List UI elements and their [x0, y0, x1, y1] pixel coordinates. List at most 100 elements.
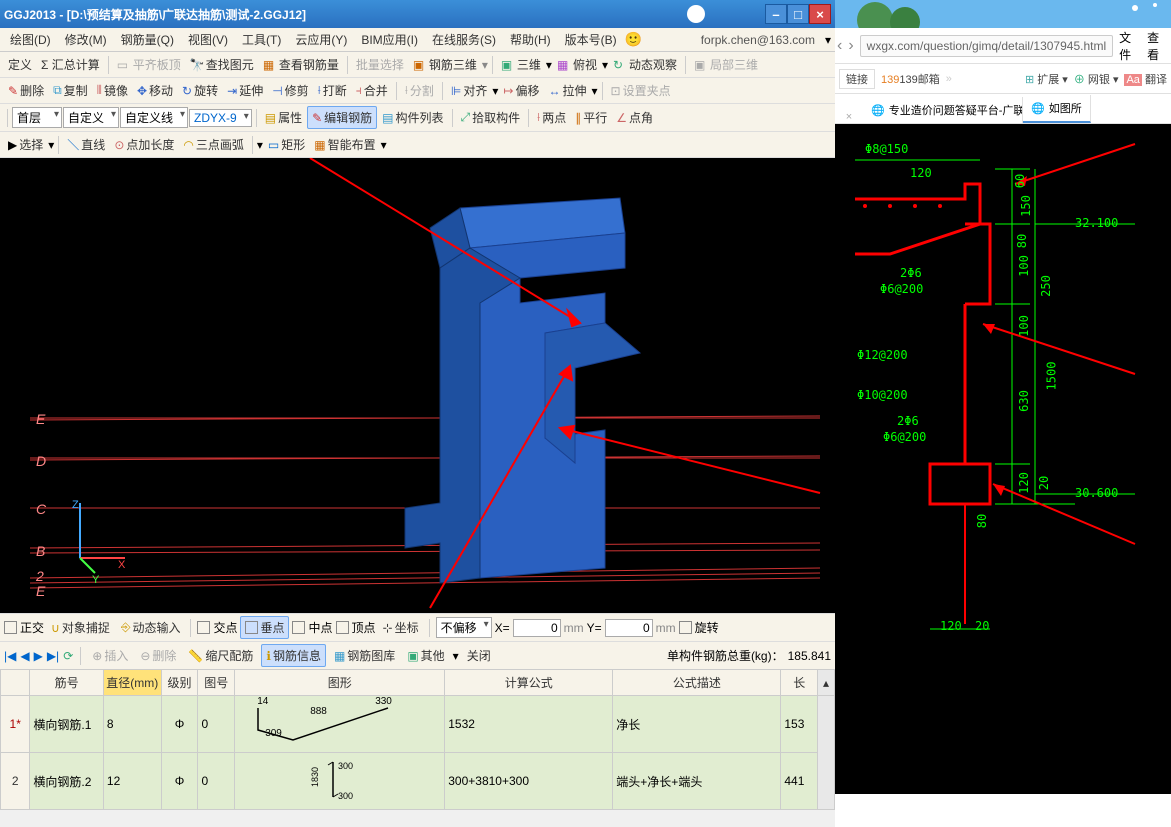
props-button[interactable]: ▤属性	[261, 107, 306, 128]
orbit-button[interactable]: ↻动态观察	[609, 54, 681, 75]
menu-bim[interactable]: BIM应用(I)	[355, 29, 424, 50]
qq-icon[interactable]	[687, 5, 705, 23]
point-length-button[interactable]: ⊙点加长度	[110, 134, 178, 155]
y-value[interactable]: 0	[605, 619, 653, 637]
grip-button[interactable]: ⊡设置夹点	[607, 80, 675, 101]
ext-button[interactable]: ⊞ 扩展 ▾	[1025, 71, 1068, 87]
last-icon[interactable]: ▶|	[47, 649, 59, 663]
col-diameter[interactable]: 直径(mm)	[103, 670, 161, 696]
table-row[interactable]: 2 横向钢筋.2 12 Φ 0 1830300300 300+3810+300 …	[1, 753, 835, 810]
three-d-button[interactable]: ▣三维	[497, 54, 545, 75]
rotate-button[interactable]: ↻旋转	[178, 80, 222, 101]
pick-component-button[interactable]: ⤢拾取构件	[457, 107, 525, 128]
osnap-button[interactable]: ∪对象捕捉	[47, 617, 114, 638]
copy-button[interactable]: ⧉复制	[49, 80, 92, 101]
refresh-icon[interactable]: ⟳	[63, 649, 73, 663]
nav-back-icon[interactable]: ‹	[837, 37, 842, 55]
first-icon[interactable]: |◀	[4, 649, 16, 663]
col-grade[interactable]: 级别	[161, 670, 198, 696]
three-pt-arc-button[interactable]: ◠三点画弧	[179, 134, 248, 155]
col-len[interactable]: 长	[781, 670, 818, 696]
menu-help[interactable]: 帮助(H)	[504, 29, 557, 50]
trim-button[interactable]: ⊣修剪	[268, 80, 312, 101]
floor-dropdown[interactable]: 首层	[12, 107, 62, 128]
rebar-library-button[interactable]: ▦钢筋图库	[330, 645, 399, 666]
ortho-check[interactable]	[4, 621, 17, 634]
minimize-button[interactable]: –	[765, 4, 787, 24]
select-button[interactable]: ▶选择	[4, 134, 47, 155]
trans-button[interactable]: Aa 翻译	[1124, 71, 1167, 87]
define-button[interactable]: 定义	[4, 54, 36, 75]
find-element-button[interactable]: 🔭查找图元	[186, 54, 258, 75]
menu-version[interactable]: 版本号(B)	[559, 29, 623, 50]
component-list-button[interactable]: ▤构件列表	[378, 107, 447, 128]
sum-button[interactable]: Σ 汇总计算	[37, 54, 104, 75]
browser-tab-2[interactable]: 🌐 如图所	[1023, 95, 1091, 123]
align-board-button[interactable]: ▭平齐板顶	[113, 54, 185, 75]
delete-button[interactable]: ✎删除	[4, 80, 48, 101]
table-row[interactable]: 1* 横向钢筋.1 8 Φ 0 14 330 888 309 1532 净长 1…	[1, 696, 835, 753]
delete-row-button[interactable]: ⊖删除	[136, 645, 180, 666]
email-dropdown-icon[interactable]: ▾	[825, 33, 831, 47]
vertex-check[interactable]	[336, 621, 349, 634]
merge-button[interactable]: ⫞合并	[352, 80, 392, 101]
smart-layout-button[interactable]: ▦智能布置	[310, 134, 379, 155]
col-shape[interactable]: 图形	[235, 670, 445, 696]
shape-cell-1[interactable]: 14 330 888 309	[235, 696, 445, 753]
top-view-button[interactable]: ▦俯视	[553, 54, 601, 75]
line-button[interactable]: ＼直线	[63, 134, 109, 155]
col-formula[interactable]: 计算公式	[445, 670, 613, 696]
parallel-button[interactable]: ∥平行	[571, 107, 611, 128]
split-button[interactable]: ⟊分割	[401, 80, 438, 101]
3d-viewport[interactable]: Z X Y E D C B 2 E	[0, 158, 835, 613]
menu-modify[interactable]: 修改(M)	[59, 29, 113, 50]
extend-button[interactable]: ⇥延伸	[223, 80, 267, 101]
point-angle-button[interactable]: ∠点角	[612, 107, 657, 128]
links-label[interactable]: 链接	[839, 69, 875, 89]
move-button[interactable]: ✥移动	[133, 80, 177, 101]
bank-button[interactable]: ⊕ 网银 ▾	[1074, 71, 1119, 87]
scroll-up-icon[interactable]: ▴	[818, 670, 835, 696]
view-rebar-button[interactable]: ▦查看钢筋量	[259, 54, 343, 75]
col-name[interactable]: 筋号	[30, 670, 104, 696]
batch-select-button[interactable]: 批量选择	[352, 54, 408, 75]
stretch-button[interactable]: ↔拉伸	[544, 80, 590, 101]
edit-rebar-button[interactable]: ✎编辑钢筋	[307, 106, 377, 129]
other-button[interactable]: ▣其他	[403, 645, 448, 666]
x-value[interactable]: 0	[513, 619, 561, 637]
int-check[interactable]	[197, 621, 210, 634]
browser-tab-1[interactable]: 🌐 专业造价问题答疑平台-广联达 ×	[863, 97, 1023, 123]
mailbox-bookmark[interactable]: 139139邮箱	[881, 71, 940, 87]
offset-button[interactable]: ↦偏移	[499, 80, 543, 101]
menu-tools[interactable]: 工具(T)	[236, 29, 287, 50]
rotate-check[interactable]	[679, 621, 692, 634]
menu-cloud[interactable]: 云应用(Y)	[289, 29, 353, 50]
menu-rebar-qty[interactable]: 钢筋量(Q)	[115, 29, 180, 50]
rebar-info-button[interactable]: ℹ钢筋信息	[261, 644, 326, 667]
custom-line-dropdown[interactable]: 自定义线	[120, 107, 188, 128]
code-dropdown[interactable]: ZDYX-9	[189, 109, 252, 127]
mascot-icon[interactable]: 🙂	[625, 31, 642, 48]
shape-cell-2[interactable]: 1830300300	[235, 753, 445, 810]
close-button[interactable]: ×	[809, 4, 831, 24]
prev-icon[interactable]: ◀	[20, 649, 29, 663]
menu-draw[interactable]: 绘图(D)	[4, 29, 57, 50]
perp-button[interactable]: 垂点	[240, 616, 289, 639]
mid-check[interactable]	[292, 621, 305, 634]
scale-rebar-button[interactable]: 📏缩尺配筋	[184, 645, 257, 666]
break-button[interactable]: ⟊打断	[314, 80, 351, 101]
file-menu[interactable]: 文件	[1119, 29, 1141, 63]
two-point-button[interactable]: ⟊两点	[533, 107, 570, 128]
custom-dropdown[interactable]: 自定义	[63, 107, 119, 128]
next-icon[interactable]: ▶	[34, 649, 43, 663]
coord-button[interactable]: ⊹坐标	[379, 617, 423, 638]
align-button[interactable]: ⊫对齐	[447, 80, 491, 101]
mirror-button[interactable]: ⦀镜像	[93, 80, 132, 101]
offset-dropdown[interactable]: 不偏移	[436, 617, 492, 638]
view-menu[interactable]: 查看	[1147, 29, 1169, 63]
col-fig[interactable]: 图号	[198, 670, 235, 696]
col-desc[interactable]: 公式描述	[613, 670, 781, 696]
local-3d-button[interactable]: ▣局部三维	[690, 54, 762, 75]
tab-close-prev[interactable]: ×	[835, 111, 863, 123]
rebar-3d-button[interactable]: ▣钢筋三维	[409, 54, 481, 75]
